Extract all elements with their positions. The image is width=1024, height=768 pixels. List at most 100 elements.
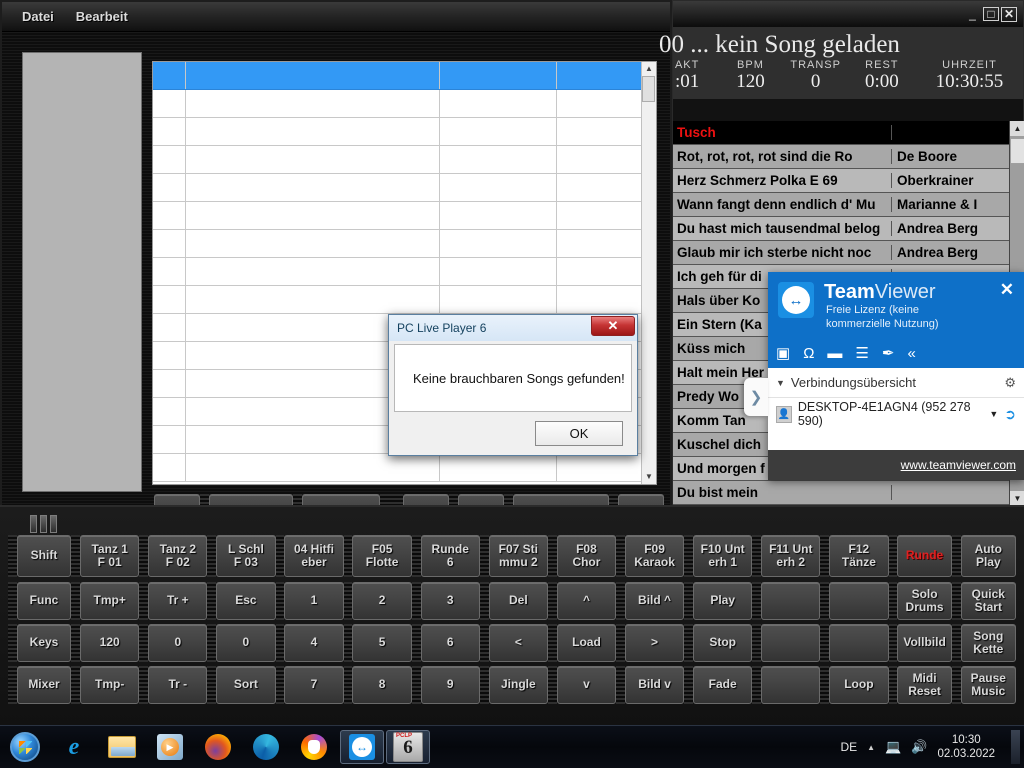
scrollbar-thumb[interactable] (1010, 138, 1024, 164)
midi-reset-button[interactable]: MidiReset (897, 666, 952, 704)
minimize-button[interactable]: _ (964, 7, 981, 22)
key-8-button[interactable]: 8 (352, 666, 411, 704)
table-row[interactable] (153, 146, 641, 174)
f02-button[interactable]: Tanz 2F 02 (148, 535, 207, 577)
drag-handle[interactable] (50, 515, 57, 533)
f10-button[interactable]: F10 Unterh 1 (693, 535, 752, 577)
table-row[interactable] (153, 454, 641, 482)
tempo-up-button[interactable]: Tmp+ (80, 582, 139, 620)
sort-button[interactable]: Sort (216, 666, 275, 704)
collapse-icon[interactable]: « (907, 345, 915, 362)
dialog-close-button[interactable]: ✕ (591, 316, 635, 336)
video-icon[interactable]: ▣ (776, 344, 790, 362)
blank-button-2[interactable] (829, 582, 888, 620)
runde-button[interactable]: Runde (897, 535, 952, 577)
scroll-down-icon[interactable]: ▼ (645, 470, 653, 484)
f04-button[interactable]: 04 Hitfieber (284, 535, 343, 577)
transpose-down-button[interactable]: Tr - (148, 666, 207, 704)
arrow-up-button[interactable]: ^ (557, 582, 616, 620)
transpose-display-button[interactable]: 0 (148, 624, 207, 662)
quick-start-button[interactable]: QuickStart (961, 582, 1016, 620)
scroll-up-icon[interactable]: ▲ (1010, 121, 1024, 136)
prev-button[interactable]: < (489, 624, 548, 662)
load-button[interactable]: Load (557, 624, 616, 662)
firefox-icon[interactable] (194, 727, 242, 767)
language-indicator[interactable]: DE (840, 740, 857, 754)
f12-button[interactable]: F12Tänze (829, 535, 888, 577)
connection-row[interactable]: 👤 DESKTOP-4E1AGN4 (952 278 590) ▼ ➲ (768, 398, 1024, 430)
menu-item-datei[interactable]: Datei (22, 9, 54, 24)
blank-button-1[interactable] (761, 582, 820, 620)
chevron-down-icon[interactable]: ▼ (776, 378, 785, 388)
show-desktop-button[interactable] (1011, 730, 1020, 764)
tempo-down-button[interactable]: Tmp- (80, 666, 139, 704)
arrow-down-button[interactable]: v (557, 666, 616, 704)
f03-button[interactable]: L SchlF 03 (216, 535, 275, 577)
list-item[interactable]: Glaub mir ich sterbe nicht nocAndrea Ber… (673, 241, 1009, 265)
internet-explorer-icon[interactable]: e (50, 727, 98, 767)
scroll-up-icon[interactable]: ▲ (645, 62, 653, 76)
list-item[interactable]: Rot, rot, rot, rot sind die RoDe Boore (673, 145, 1009, 169)
play-button[interactable]: Play (693, 582, 752, 620)
page-up-button[interactable]: Bild ^ (625, 582, 684, 620)
keys-button[interactable]: Keys (17, 624, 72, 662)
table-row[interactable] (153, 174, 641, 202)
zero-button[interactable]: 0 (216, 624, 275, 662)
mixer-button[interactable]: Mixer (17, 666, 72, 704)
jingle-button[interactable]: Jingle (489, 666, 548, 704)
avast-icon[interactable] (290, 727, 338, 767)
f08-button[interactable]: F08Chor (557, 535, 616, 577)
stop-button[interactable]: Stop (693, 624, 752, 662)
grid-vertical-scrollbar[interactable]: ▲ ▼ (641, 62, 656, 484)
chat-icon[interactable]: ▬ (827, 345, 842, 362)
key-4-button[interactable]: 4 (284, 624, 343, 662)
table-row[interactable] (153, 118, 641, 146)
key-3-button[interactable]: 3 (421, 582, 480, 620)
esc-button[interactable]: Esc (216, 582, 275, 620)
key-7-button[interactable]: 7 (284, 666, 343, 704)
del-button[interactable]: Del (489, 582, 548, 620)
auto-play-button[interactable]: AutoPlay (961, 535, 1016, 577)
show-hidden-icons-button[interactable]: ▲ (867, 743, 875, 752)
key-5-button[interactable]: 5 (352, 624, 411, 662)
loop-button[interactable]: Loop (829, 666, 888, 704)
f11-button[interactable]: F11 Unterh 2 (761, 535, 820, 577)
teamviewer-task[interactable]: ↔ (340, 730, 384, 764)
clock[interactable]: 10:30 02.03.2022 (937, 733, 995, 762)
table-row[interactable] (153, 62, 641, 90)
headset-icon[interactable]: Ω (803, 345, 814, 362)
blank-button-5[interactable] (761, 666, 820, 704)
windows-media-player-icon[interactable]: ▶ (146, 727, 194, 767)
blank-button-4[interactable] (829, 624, 888, 662)
song-kette-button[interactable]: SongKette (961, 624, 1016, 662)
key-2-button[interactable]: 2 (352, 582, 411, 620)
f09-button[interactable]: F09Karaok (625, 535, 684, 577)
bpm-display-button[interactable]: 120 (80, 624, 139, 662)
menu-item-bearbeit[interactable]: Bearbeit (76, 9, 128, 24)
key-1-button[interactable]: 1 (284, 582, 343, 620)
list-item[interactable]: Tusch (673, 121, 1009, 145)
table-row[interactable] (153, 286, 641, 314)
notes-icon[interactable]: ☰ (855, 344, 868, 362)
maximize-button[interactable]: □ (983, 7, 999, 21)
f07-button[interactable]: F07 Stimmu 2 (489, 535, 548, 577)
connection-overview-section[interactable]: ▼ Verbindungsübersicht ⚙ (768, 368, 1024, 398)
table-row[interactable] (153, 230, 641, 258)
pause-music-button[interactable]: PauseMusic (961, 666, 1016, 704)
key-6-button[interactable]: 6 (421, 624, 480, 662)
close-button[interactable]: ✕ (1001, 7, 1017, 22)
f05-button[interactable]: F05Flotte (352, 535, 411, 577)
dialog-ok-button[interactable]: OK (535, 421, 623, 446)
transpose-up-button[interactable]: Tr + (148, 582, 207, 620)
key-9-button[interactable]: 9 (421, 666, 480, 704)
volume-icon[interactable]: 🔊 (911, 739, 927, 755)
network-icon[interactable]: 💻 (885, 739, 901, 755)
whiteboard-icon[interactable]: ✒ (882, 344, 895, 362)
pc-live-player-task[interactable]: PCLP 6 (386, 730, 430, 764)
list-item[interactable]: Du bist mein (673, 481, 1009, 505)
close-icon[interactable]: ✕ (1000, 280, 1014, 300)
blank-button-3[interactable] (761, 624, 820, 662)
microsoft-edge-icon[interactable] (242, 727, 290, 767)
func-button[interactable]: Func (17, 582, 72, 620)
scrollbar-thumb[interactable] (642, 76, 655, 102)
